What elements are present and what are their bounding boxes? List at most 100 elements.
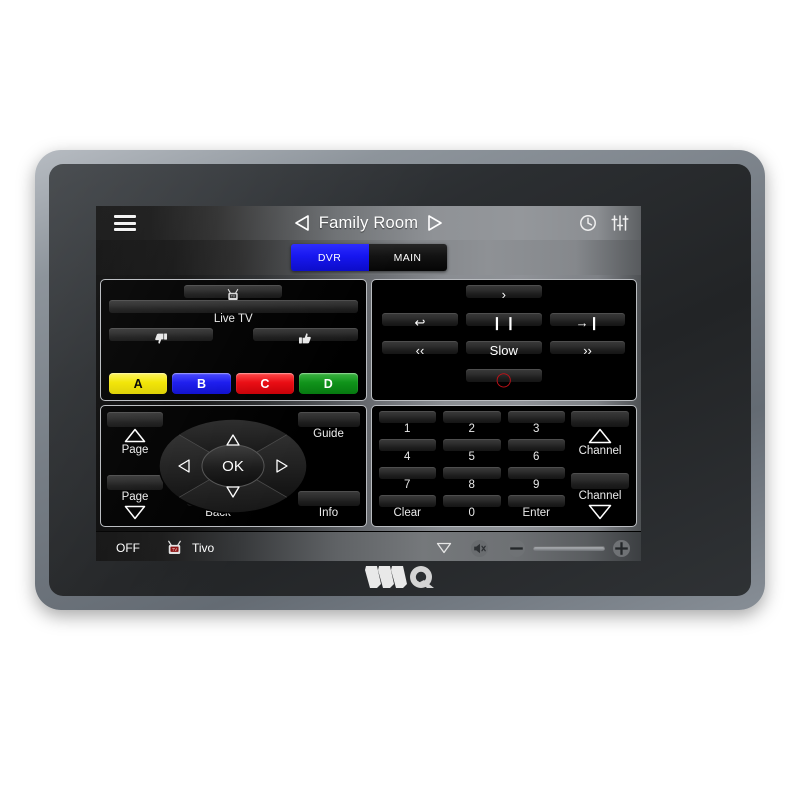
brand-logo-area [49, 562, 751, 592]
key-label: 0 [468, 507, 475, 519]
key-9[interactable]: 9 [507, 467, 565, 492]
previous-room-arrow[interactable] [294, 215, 310, 231]
record-button[interactable]: ◯ [465, 369, 542, 394]
key-label: 8 [468, 479, 475, 491]
tab-main[interactable]: MAIN [368, 244, 447, 271]
button-cap [571, 411, 629, 427]
key-label: 7 [404, 479, 411, 491]
svg-text:TV: TV [172, 546, 178, 551]
color-button-a[interactable]: A [109, 373, 168, 394]
device-bezel: Family Room DVR MAIN TV Live TV A B C D … [49, 164, 751, 596]
transport-row-2: ↩ ❙ ❙ →❙ [382, 313, 627, 338]
key-2[interactable]: 2 [443, 411, 501, 436]
key-1[interactable]: 1 [378, 411, 436, 436]
thumbs-row [109, 328, 358, 350]
button-label: Live TV [213, 313, 253, 325]
sliders-icon[interactable] [611, 214, 629, 232]
key-label: 9 [533, 479, 540, 491]
triangle-down-icon [436, 542, 452, 554]
mute-button[interactable] [470, 539, 489, 558]
key-enter[interactable]: Enter [507, 495, 565, 520]
transport-panel: › ↩ ❙ ❙ →❙ ‹‹ Slow ›› ◯ [370, 279, 637, 401]
tivo-button[interactable]: TV [184, 285, 283, 301]
thumbs-down-button[interactable] [109, 328, 214, 350]
replay-glyph: ↩ [414, 315, 426, 330]
replay-button[interactable]: ↩ [382, 313, 458, 338]
volume-up-button[interactable] [612, 539, 631, 558]
device-tivo-icon[interactable]: TV [166, 540, 183, 557]
key-label: 1 [404, 423, 411, 435]
button-label: B [197, 376, 207, 391]
channel-up-button[interactable]: Channel [571, 411, 629, 458]
live-tv-button[interactable]: Live TV [109, 300, 358, 326]
number-keypad: 1 2 3 4 5 6 7 8 9 Clear 0 Enter [378, 411, 565, 520]
mute-speaker-icon [470, 539, 489, 557]
transport-row-3: ‹‹ Slow ›› [382, 341, 627, 366]
color-button-d[interactable]: D [299, 373, 358, 394]
livetv-row: Live TV [109, 300, 358, 326]
key-label: Enter [522, 507, 551, 519]
keypad-panel: 1 2 3 4 5 6 7 8 9 Clear 0 Enter Channel … [370, 405, 637, 527]
thumbs-down-icon [155, 333, 168, 344]
navigation-panel: Page Page Guide Back Info OK [100, 405, 367, 527]
ok-label: OK [222, 458, 244, 475]
tivo-row: TV [109, 285, 358, 301]
key-6[interactable]: 6 [507, 439, 565, 464]
transport-row-1: › [382, 285, 627, 310]
rewind-button[interactable]: ‹‹ [382, 341, 458, 366]
device-dropdown-button[interactable] [436, 542, 452, 554]
volume-minus-icon [507, 539, 526, 557]
key-label: 5 [468, 451, 475, 463]
tab-dvr[interactable]: DVR [290, 244, 369, 271]
play-glyph: › [501, 287, 506, 302]
tab-bar: DVR MAIN [96, 240, 641, 275]
button-label: Page [121, 491, 149, 503]
room-selector: Family Room [96, 206, 641, 240]
button-label: A [133, 376, 143, 391]
key-0[interactable]: 0 [443, 495, 501, 520]
skip-forward-button[interactable]: →❙ [549, 313, 626, 338]
page-down-button[interactable]: Page [107, 475, 163, 520]
status-bar-right [436, 532, 631, 561]
title-bar-icons [579, 214, 629, 232]
status-bar: OFF TV Tivo [96, 531, 641, 561]
play-button[interactable]: › [465, 285, 542, 310]
button-label: Channel [578, 490, 622, 502]
page-title: Family Room [318, 213, 419, 232]
triangle-down-icon [588, 504, 612, 520]
volume-slider[interactable] [533, 545, 605, 551]
clock-icon[interactable] [579, 214, 597, 232]
touch-panel-device: Family Room DVR MAIN TV Live TV A B C D … [35, 150, 765, 610]
key-label: 3 [533, 423, 540, 435]
key-5[interactable]: 5 [443, 439, 501, 464]
pause-glyph: ❙ ❙ [491, 315, 516, 330]
channel-down-button[interactable]: Channel [571, 473, 629, 520]
button-label: C [260, 376, 270, 391]
slow-button[interactable]: Slow [465, 341, 542, 366]
color-buttons-row: A B C D [109, 373, 358, 394]
color-button-c[interactable]: C [235, 373, 295, 394]
next-room-arrow[interactable] [427, 215, 442, 231]
live-tv-panel: TV Live TV A B C D [100, 279, 367, 401]
volume-down-button[interactable] [507, 539, 526, 558]
key-7[interactable]: 7 [378, 467, 436, 492]
triangle-up-icon [124, 428, 146, 443]
key-8[interactable]: 8 [443, 467, 501, 492]
transport-row-4: ◯ [382, 369, 627, 394]
pause-button[interactable]: ❙ ❙ [465, 313, 542, 338]
off-button[interactable]: OFF [116, 541, 140, 555]
rewind-glyph: ‹‹ [415, 343, 425, 358]
color-button-b[interactable]: B [172, 373, 231, 394]
title-bar: Family Room [96, 206, 641, 240]
button-label: D [323, 376, 333, 391]
screenshot-stage: Family Room DVR MAIN TV Live TV A B C D … [0, 0, 800, 800]
thumbs-up-button[interactable] [253, 328, 358, 350]
key-4[interactable]: 4 [378, 439, 436, 464]
slow-label: Slow [489, 343, 518, 358]
page-up-button[interactable]: Page [107, 412, 163, 457]
key-3[interactable]: 3 [507, 411, 565, 436]
key-clear[interactable]: Clear [378, 495, 436, 520]
button-cap [107, 412, 163, 427]
fast-forward-button[interactable]: ›› [549, 341, 626, 366]
key-label: 2 [468, 423, 475, 435]
